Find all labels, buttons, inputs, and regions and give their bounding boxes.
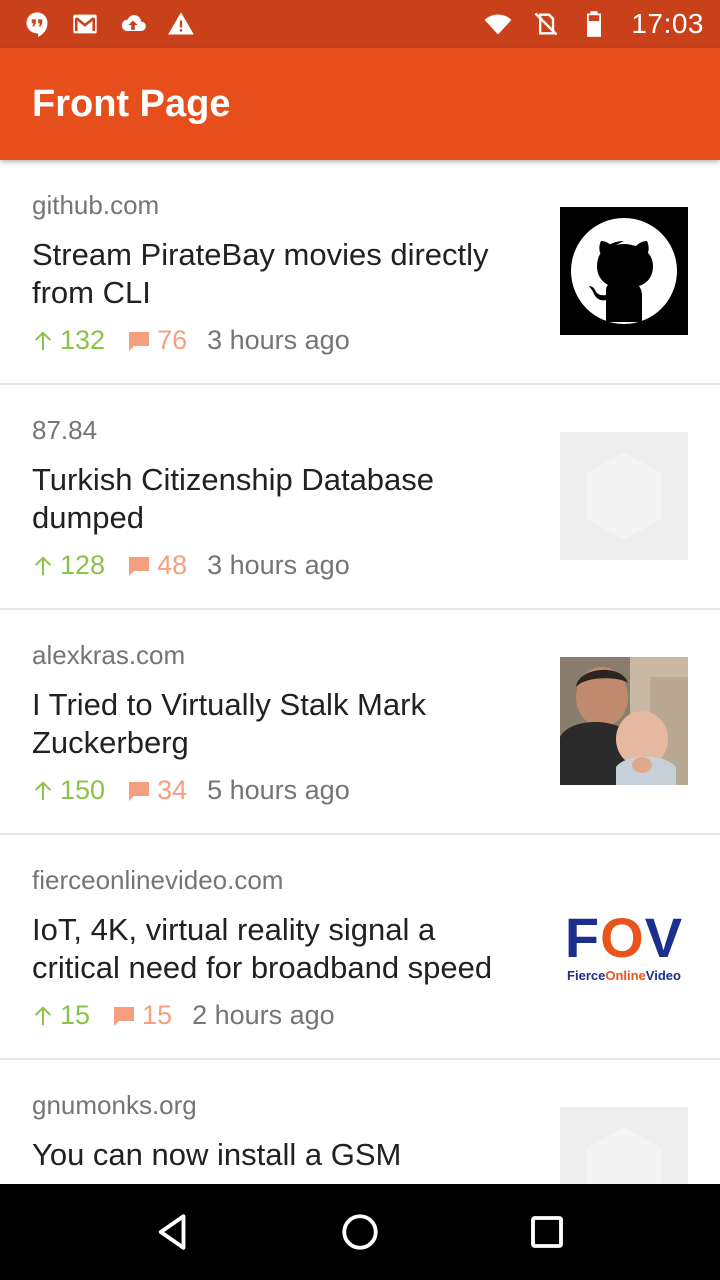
story-domain: gnumonks.org xyxy=(32,1090,197,1120)
story-domain: github.com xyxy=(32,190,160,220)
home-icon xyxy=(342,1214,378,1250)
wifi-icon xyxy=(483,9,513,39)
comments-count[interactable]: 15 xyxy=(112,1000,172,1031)
recents-icon xyxy=(530,1216,563,1248)
story-meta: 132 76 3 hours ago xyxy=(32,325,350,356)
points-count: 128 xyxy=(32,550,105,581)
story-title[interactable]: Turkish Citizenship Database dumped xyxy=(32,461,522,537)
navigation-bar xyxy=(0,1184,720,1280)
story-title[interactable]: You can now install a GSM xyxy=(32,1136,522,1174)
recents-button[interactable] xyxy=(517,1202,577,1262)
app-bar: Front Page xyxy=(0,48,720,160)
comments-count[interactable]: 48 xyxy=(127,550,187,581)
clock: 17:03 xyxy=(631,8,704,39)
story-thumbnail[interactable]: FOV FierceOnlineVideo xyxy=(560,882,688,1010)
story-time: 2 hours ago xyxy=(192,1000,335,1030)
comment-icon xyxy=(114,1006,135,1026)
photo-image xyxy=(560,657,688,785)
battery-icon xyxy=(579,9,609,39)
comments-value: 48 xyxy=(157,550,188,580)
comments-value: 34 xyxy=(157,775,188,805)
arrow-up-icon xyxy=(34,780,52,800)
story-meta: 150 34 5 hours ago xyxy=(32,775,350,806)
github-logo-icon xyxy=(571,218,677,324)
system-icons: 17:03 xyxy=(483,8,704,40)
arrow-up-icon xyxy=(34,1005,52,1025)
story-time: 3 hours ago xyxy=(207,550,350,580)
gmail-icon xyxy=(70,9,100,39)
comments-value: 15 xyxy=(142,1000,173,1030)
points-count: 132 xyxy=(32,325,105,356)
story-time: 5 hours ago xyxy=(207,775,350,805)
back-icon xyxy=(159,1214,186,1250)
story-thumbnail[interactable] xyxy=(560,1107,688,1184)
home-button[interactable] xyxy=(330,1202,390,1262)
story-meta: 15 15 2 hours ago xyxy=(32,1000,335,1031)
story-title[interactable]: Stream PirateBay movies directly from CL… xyxy=(32,236,522,312)
fov-logo-caption: FierceOnlineVideo xyxy=(567,967,681,983)
story-item[interactable]: alexkras.com I Tried to Virtually Stalk … xyxy=(0,610,720,835)
fov-logo: FOV xyxy=(564,905,684,969)
arrow-up-icon xyxy=(34,330,52,350)
points-value: 128 xyxy=(60,550,106,580)
story-item[interactable]: gnumonks.org You can now install a GSM xyxy=(0,1060,720,1184)
story-item[interactable]: 87.84 Turkish Citizenship Database dumpe… xyxy=(0,385,720,610)
warning-icon xyxy=(166,9,196,39)
comment-icon xyxy=(129,331,150,351)
back-button[interactable] xyxy=(143,1202,203,1262)
story-item[interactable]: github.com Stream PirateBay movies direc… xyxy=(0,160,720,385)
points-value: 15 xyxy=(60,1000,91,1030)
story-domain: 87.84 xyxy=(32,415,98,445)
story-title[interactable]: I Tried to Virtually Stalk Mark Zuckerbe… xyxy=(32,686,522,762)
status-bar: 17:03 xyxy=(0,0,720,48)
story-domain: fierceonlinevideo.com xyxy=(32,865,284,895)
story-item[interactable]: fierceonlinevideo.com IoT, 4K, virtual r… xyxy=(0,835,720,1060)
points-count: 150 xyxy=(32,775,105,806)
points-value: 150 xyxy=(60,775,106,805)
comments-count[interactable]: 34 xyxy=(127,775,187,806)
story-time: 3 hours ago xyxy=(207,325,350,355)
arrow-up-icon xyxy=(34,555,52,575)
comment-icon xyxy=(129,556,150,576)
comments-count[interactable]: 76 xyxy=(127,325,187,356)
story-title[interactable]: IoT, 4K, virtual reality signal a critic… xyxy=(32,911,522,987)
placeholder-hexagon-icon xyxy=(586,452,662,540)
story-thumbnail[interactable] xyxy=(560,207,688,335)
notification-icons xyxy=(22,9,196,39)
points-value: 132 xyxy=(60,325,106,355)
comment-icon xyxy=(129,781,150,801)
story-thumbnail[interactable] xyxy=(560,432,688,560)
story-domain: alexkras.com xyxy=(32,640,186,670)
story-thumbnail[interactable] xyxy=(560,657,688,785)
story-list[interactable]: github.com Stream PirateBay movies direc… xyxy=(0,160,720,1184)
placeholder-hexagon-icon xyxy=(586,1127,662,1184)
page-title: Front Page xyxy=(32,82,231,125)
comments-value: 76 xyxy=(157,325,188,355)
story-meta: 128 48 3 hours ago xyxy=(32,550,350,581)
points-count: 15 xyxy=(32,1000,90,1031)
cloud-upload-icon xyxy=(118,9,148,39)
hangouts-icon xyxy=(22,9,52,39)
no-sim-icon xyxy=(531,9,561,39)
